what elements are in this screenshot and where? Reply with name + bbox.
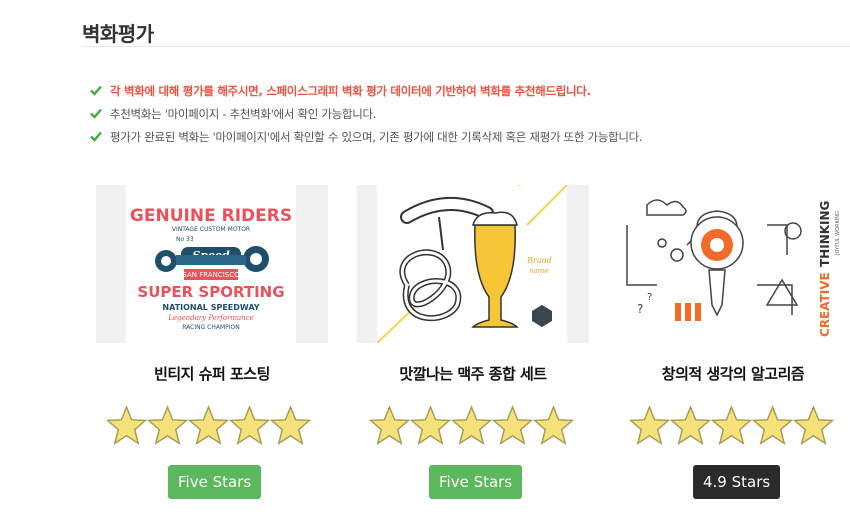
star-icon[interactable]: [410, 405, 451, 446]
svg-text:GENUINE RIDERS: GENUINE RIDERS: [130, 206, 292, 226]
rating-badge: Five Stars: [429, 465, 523, 499]
svg-text:Brand: Brand: [526, 256, 552, 265]
star-rating[interactable]: [369, 405, 574, 446]
svg-text:RACING CHAMPION: RACING CHAMPION: [182, 324, 240, 331]
star-icon[interactable]: [188, 405, 229, 446]
svg-text:THINKING: THINKING: [818, 201, 832, 267]
beer-sketch-art: Brand name: [376, 185, 568, 343]
notice-item: 각 벽화에 대해 평가를 해주시면, 스페이스그래피 벽화 평가 데이터에 기반…: [90, 80, 642, 102]
star-icon[interactable]: [711, 405, 752, 446]
svg-text:CREATIVE: CREATIVE: [818, 272, 832, 337]
svg-text:?: ?: [637, 302, 643, 316]
svg-text:?: ?: [647, 292, 652, 303]
star-icon[interactable]: [147, 405, 188, 446]
star-icon[interactable]: [270, 405, 311, 446]
svg-text:JOYFUL WORKING: JOYFUL WORKING: [835, 211, 841, 256]
creative-thinking-art: ? ? CREATIVE THINKING JOYFUL WORKING: [626, 199, 841, 337]
vintage-poster-art: GENUINE RIDERS VINTAGE CUSTOM MOTOR No 3…: [130, 206, 292, 331]
mural-title: 창의적 생각의 알고리즘: [661, 365, 805, 383]
svg-text:VINTAGE CUSTOM MOTOR: VINTAGE CUSTOM MOTOR: [172, 226, 250, 233]
svg-text:SAN FRANCISCO: SAN FRANCISCO: [182, 271, 240, 279]
mural-image[interactable]: Brand name: [357, 185, 589, 343]
star-icon[interactable]: [492, 405, 533, 446]
mural-image[interactable]: ? ? CREATIVE THINKING JOYFUL WORKING: [617, 185, 850, 343]
check-icon: [90, 130, 110, 144]
star-icon[interactable]: [106, 405, 147, 446]
mural-card-beer: Brand name 맛깔나는 맥주 종합 세트 Five Stars: [357, 185, 593, 515]
star-icon[interactable]: [229, 405, 270, 446]
rating-badge: 4.9 Stars: [693, 465, 781, 499]
check-icon: [90, 84, 110, 98]
star-icon[interactable]: [451, 405, 492, 446]
check-icon: [90, 107, 110, 121]
star-icon[interactable]: [369, 405, 410, 446]
mural-title: 맛깔나는 맥주 종합 세트: [399, 365, 547, 383]
title-divider: [82, 46, 850, 47]
svg-text:Legendary Performance: Legendary Performance: [167, 314, 254, 322]
rating-badge: Five Stars: [168, 465, 262, 499]
svg-text:No: No: [176, 236, 184, 243]
notice-item: 추천벽화는 '마이페이지 - 추천벽화'에서 확인 가능합니다.: [90, 103, 642, 125]
star-icon[interactable]: [752, 405, 793, 446]
svg-text:name: name: [529, 267, 548, 275]
notice-text: 추천벽화는 '마이페이지 - 추천벽화'에서 확인 가능합니다.: [110, 107, 377, 121]
notice-text: 각 벽화에 대해 평가를 해주시면, 스페이스그래피 벽화 평가 데이터에 기반…: [110, 84, 591, 98]
star-icon[interactable]: [793, 405, 834, 446]
page-title: 벽화평가: [82, 22, 154, 46]
notice-text: 평가가 완료된 벽화는 '마이페이지'에서 확인할 수 있으며, 기존 평가에 …: [110, 130, 643, 144]
star-icon[interactable]: [533, 405, 574, 446]
star-rating[interactable]: [629, 405, 834, 446]
star-icon[interactable]: [629, 405, 670, 446]
star-icon[interactable]: [670, 405, 711, 446]
star-rating[interactable]: [106, 405, 311, 446]
mural-title: 빈티지 슈퍼 포스팅: [154, 365, 270, 383]
notice-item: 평가가 완료된 벽화는 '마이페이지'에서 확인할 수 있으며, 기존 평가에 …: [90, 126, 643, 148]
svg-text:33: 33: [186, 236, 194, 243]
notice-list: 각 벽화에 대해 평가를 해주시면, 스페이스그래피 벽화 평가 데이터에 기반…: [90, 80, 643, 149]
svg-text:NATIONAL SPEEDWAY: NATIONAL SPEEDWAY: [162, 303, 259, 312]
mural-card-vintage: GENUINE RIDERS VINTAGE CUSTOM MOTOR No 3…: [96, 185, 332, 515]
svg-text:SUPER SPORTING: SUPER SPORTING: [137, 283, 284, 301]
mural-image[interactable]: GENUINE RIDERS VINTAGE CUSTOM MOTOR No 3…: [96, 185, 328, 343]
mural-card-creative: ? ? CREATIVE THINKING JOYFUL WORKING 창의적…: [617, 185, 850, 515]
